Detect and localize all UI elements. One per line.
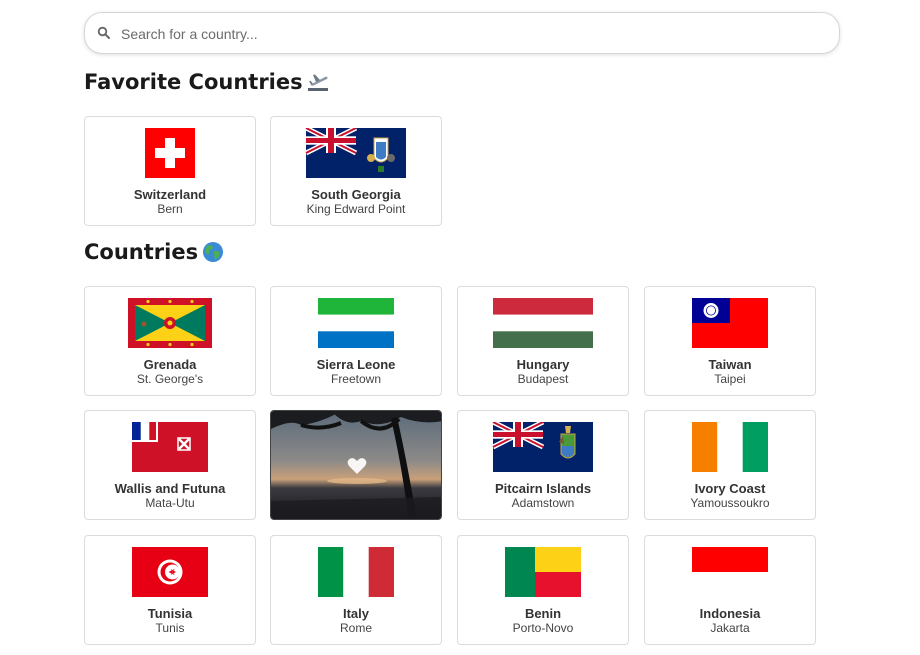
country-name: Benin [524,606,562,621]
favorites-title: Favorite Countries [84,70,303,94]
country-card-sierra-leone[interactable]: Sierra Leone Freetown [270,286,442,396]
country-name: Wallis and Futuna [114,481,226,496]
country-card-ivory-coast[interactable]: Ivory Coast Yamoussoukro [644,410,816,520]
countries-title: Countries [84,240,199,264]
country-capital: Adamstown [511,496,575,510]
flag-switzerland [145,128,195,178]
flag-italy [318,547,394,597]
country-capital: Yamoussoukro [690,496,770,510]
flag-sierra-leone [318,298,394,348]
country-name: South Georgia [311,187,401,202]
country-name: Italy [342,606,369,621]
country-capital: Rome [339,621,372,635]
flag-indonesia [692,547,768,597]
flag-pitcairn-islands [492,422,593,472]
country-card-pitcairn-islands[interactable]: Pitcairn Islands Adamstown [457,410,629,520]
airplane-departure-icon [307,74,328,91]
heart-icon[interactable] [347,457,367,475]
country-name: Pitcairn Islands [494,481,592,496]
country-capital: St. George's [136,372,204,386]
country-capital: King Edward Point [306,202,406,216]
country-name: Taiwan [708,357,752,372]
country-card-taiwan[interactable]: Taiwan Taipei [644,286,816,396]
countries-heading: Countries [84,240,224,264]
country-capital: Mata-Utu [145,496,195,510]
country-card-italy[interactable]: Italy Rome [270,535,442,645]
country-name: Grenada [143,357,197,372]
flag-taiwan [692,298,768,348]
country-capital: Budapest [517,372,569,386]
country-name: Ivory Coast [694,481,766,496]
search-icon [97,26,110,39]
country-card-indonesia[interactable]: Indonesia Jakarta [644,535,816,645]
country-card-hungary[interactable]: Hungary Budapest [457,286,629,396]
flag-ivory-coast [692,422,768,472]
country-name: Indonesia [699,606,761,621]
country-capital: Porto-Novo [512,621,574,635]
country-name: Sierra Leone [316,357,396,372]
country-name: Switzerland [133,187,207,202]
flag-benin [505,547,581,597]
favorites-heading: Favorite Countries [84,70,329,94]
favorite-card-south-georgia[interactable]: South Georgia King Edward Point [270,116,442,226]
country-card-wallis-and-futuna[interactable]: Wallis and Futuna Mata-Utu [84,410,256,520]
country-card-grenada[interactable]: Grenada St. George's [84,286,256,396]
country-name: Hungary [516,357,570,372]
search-input[interactable] [119,13,823,55]
globe-icon [203,242,224,262]
flag-tunisia [132,547,208,597]
country-card-tunisia[interactable]: Tunisia Tunis [84,535,256,645]
search-box[interactable] [84,12,840,55]
flag-grenada [128,298,212,348]
country-name: Tunisia [147,606,193,621]
country-capital: Bern [157,202,183,216]
country-card-benin[interactable]: Benin Porto-Novo [457,535,629,645]
country-card-hover-photo[interactable] [270,410,442,520]
favorite-card-switzerland[interactable]: Switzerland Bern [84,116,256,226]
country-capital: Tunis [155,621,185,635]
flag-wallis-and-futuna [132,422,208,472]
flag-south-georgia [305,128,406,178]
country-capital: Taipei [714,372,746,386]
country-capital: Freetown [330,372,382,386]
flag-hungary [493,298,593,348]
country-capital: Jakarta [710,621,750,635]
